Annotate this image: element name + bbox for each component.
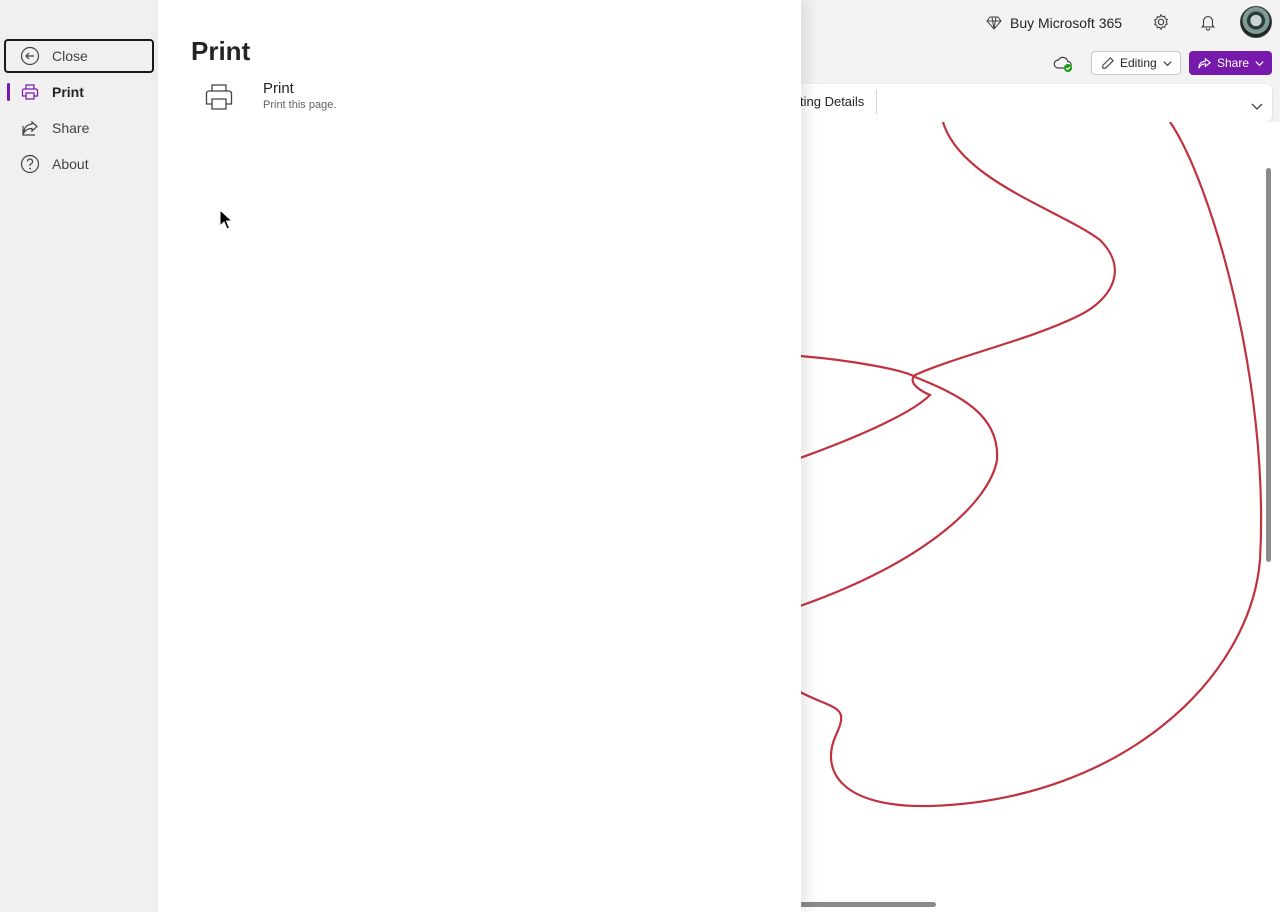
chevron-down-icon xyxy=(1255,60,1264,66)
share-button[interactable]: Share xyxy=(1189,51,1272,75)
diamond-icon xyxy=(986,16,1002,30)
active-indicator xyxy=(7,83,10,101)
share-icon xyxy=(1198,57,1212,68)
printer-icon xyxy=(205,84,233,110)
buy-microsoft-365-label: Buy Microsoft 365 xyxy=(1010,15,1123,31)
page-canvas[interactable] xyxy=(800,122,1280,912)
buy-microsoft-365-link[interactable]: Buy Microsoft 365 xyxy=(986,12,1122,34)
ribbon-divider xyxy=(876,90,877,114)
nav-share-label: Share xyxy=(52,120,90,136)
share-icon xyxy=(22,120,38,136)
settings-button[interactable] xyxy=(1151,12,1171,32)
gear-icon xyxy=(1153,13,1169,31)
nav-close-button[interactable]: Close xyxy=(4,39,154,73)
print-option-button[interactable]: Print Print this page. xyxy=(198,78,458,118)
nav-print-label: Print xyxy=(52,84,84,100)
nav-about-label: About xyxy=(52,156,89,172)
print-option-description: Print this page. xyxy=(263,99,337,111)
backstage-nav: Close Print Share About xyxy=(0,0,158,912)
editing-label: Editing xyxy=(1120,56,1157,70)
vertical-scrollbar[interactable] xyxy=(1266,168,1271,562)
editing-mode-button[interactable]: Editing xyxy=(1091,51,1181,75)
pencil-icon xyxy=(1102,56,1114,69)
chevron-down-icon xyxy=(1163,60,1172,66)
ink-drawing xyxy=(800,122,1263,808)
nav-print-item[interactable]: Print xyxy=(4,75,154,109)
ribbon-tab-label: ting Details xyxy=(800,94,865,109)
mouse-cursor xyxy=(219,209,233,230)
horizontal-scrollbar[interactable] xyxy=(800,902,936,907)
ink-stroke xyxy=(800,122,1263,808)
cloud-check-icon[interactable] xyxy=(1053,55,1073,73)
nav-about-item[interactable]: About xyxy=(4,147,154,181)
nav-share-item[interactable]: Share xyxy=(4,111,154,145)
printer-icon xyxy=(21,84,39,100)
notifications-button[interactable] xyxy=(1198,12,1218,32)
ink-stroke xyxy=(800,122,1116,460)
ink-stroke xyxy=(800,354,999,608)
bell-icon xyxy=(1200,16,1216,31)
ribbon xyxy=(800,84,1272,122)
share-label: Share xyxy=(1217,56,1250,70)
page-title: Print xyxy=(191,36,251,66)
chevron-down-icon[interactable] xyxy=(1249,98,1265,114)
question-icon xyxy=(20,154,40,174)
print-option-title: Print xyxy=(263,80,294,97)
ribbon-tab-partial[interactable]: ting Details xyxy=(800,94,870,109)
back-arrow-icon xyxy=(20,46,40,66)
backstage-panel: Print Print Print this page. xyxy=(158,0,801,912)
avatar[interactable] xyxy=(1240,6,1272,38)
nav-close-label: Close xyxy=(52,48,88,64)
